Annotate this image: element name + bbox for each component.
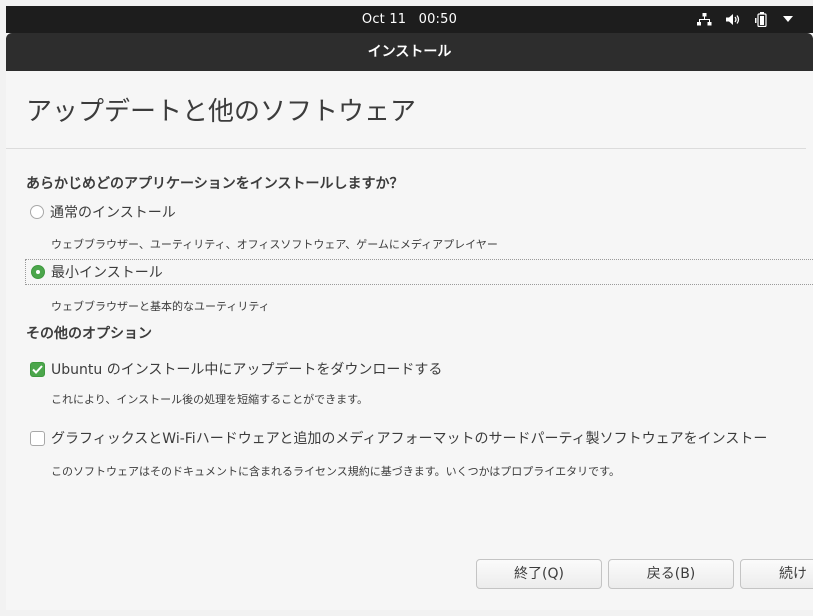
minimal-install-label[interactable]: 最小インストール [51, 262, 163, 282]
normal-install-description: ウェブブラウザー、ユーティリティ、オフィスソフトウェア、ゲームにメディアプレイヤ… [51, 238, 498, 251]
clock-time: 00:50 [418, 12, 458, 27]
volume-icon[interactable] [726, 13, 741, 26]
download-updates-label[interactable]: Ubuntu のインストール中にアップデートをダウンロードする [51, 359, 442, 379]
download-updates-checkbox[interactable]: Ubuntu のインストール中にアップデートをダウンロードする [30, 358, 442, 380]
other-options-heading: その他のオプション [26, 326, 152, 342]
minimal-install-radio[interactable]: 最小インストール [25, 259, 813, 285]
back-button[interactable]: 戻る(B) [608, 559, 734, 589]
installer-window: インストール アップデートと他のソフトウェア あらかじめどのアプリケーションをイ… [6, 33, 813, 610]
radio-button-checked[interactable] [31, 265, 45, 279]
system-tray[interactable] [697, 10, 793, 29]
quit-button[interactable]: 終了(Q) [476, 559, 602, 589]
page-title: アップデートと他のソフトウェア [26, 97, 417, 127]
checkbox-checked[interactable] [30, 361, 45, 377]
radio-button-unchecked[interactable] [30, 205, 44, 219]
checkmark-icon [32, 364, 43, 374]
third-party-software-description: このソフトウェアはそのドキュメントに含まれるライセンス規約に基づきます。いくつか… [51, 465, 621, 478]
desktop-screen: Oct 11 00:50 インストール アップデートと他のソフトウェア あらかじ… [0, 0, 813, 616]
continue-button[interactable]: 続け [740, 559, 813, 589]
clock[interactable]: Oct 11 00:50 [6, 12, 813, 27]
header-divider [6, 148, 806, 149]
checkbox-unchecked[interactable] [30, 430, 45, 446]
download-updates-description: これにより、インストール後の処理を短縮することができます。 [51, 393, 369, 406]
clock-date: Oct 11 [361, 12, 407, 27]
third-party-software-checkbox[interactable]: グラフィックスとWi-Fiハードウェアと追加のメディアフォーマットのサードパーテ… [30, 427, 767, 449]
normal-install-radio[interactable]: 通常のインストール [30, 201, 176, 223]
chevron-down-icon[interactable] [783, 16, 793, 23]
normal-install-label[interactable]: 通常のインストール [50, 202, 176, 222]
third-party-software-label[interactable]: グラフィックスとWi-Fiハードウェアと追加のメディアフォーマットのサードパーテ… [51, 428, 767, 448]
minimal-install-description: ウェブブラウザーと基本的なユーティリティ [51, 300, 270, 313]
network-icon[interactable] [697, 13, 712, 26]
top-bar: Oct 11 00:50 [6, 6, 813, 33]
install-type-question: あらかじめどのアプリケーションをインストールしますか？ [26, 176, 404, 192]
battery-icon[interactable] [755, 12, 769, 27]
window-titlebar[interactable]: インストール [6, 33, 813, 71]
